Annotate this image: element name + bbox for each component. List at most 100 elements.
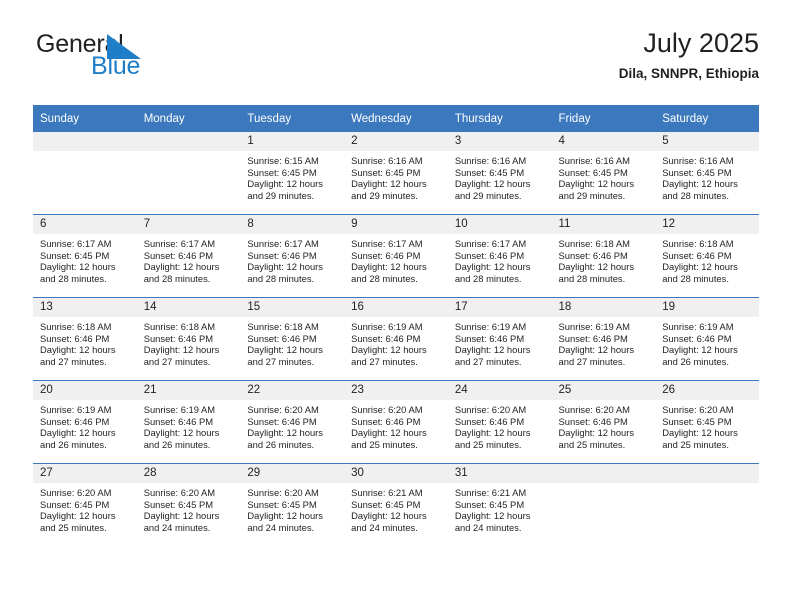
daylight-text-line1: Daylight: 12 hours xyxy=(454,344,531,356)
day-detail: Sunrise: 6:20 AM Sunset: 6:46 PM Daylight:… xyxy=(552,400,656,450)
sunrise-text: Sunrise: 6:16 AM xyxy=(351,155,423,166)
sunrise-text: Sunrise: 6:18 AM xyxy=(40,321,112,332)
daylight-text-line1: Daylight: 12 hours xyxy=(454,510,531,522)
calendar-day-cell-empty xyxy=(33,132,137,215)
calendar-day-cell[interactable]: 20 Sunrise: 6:19 AM Sunset: 6:46 PM Dayligh… xyxy=(33,380,137,464)
calendar-day-cell[interactable]: 27 Sunrise: 6:20 AM Sunset: 6:45 PM Dayligh… xyxy=(33,463,137,546)
daylight-text-line2: and 25 minutes. xyxy=(662,438,729,450)
page-title: July 2025 xyxy=(643,28,759,58)
day-detail: Sunrise: 6:19 AM Sunset: 6:46 PM Daylight:… xyxy=(344,317,448,367)
sunset-text: Sunset: 6:46 PM xyxy=(558,332,628,344)
calendar-day-cell[interactable]: 31 Sunrise: 6:21 AM Sunset: 6:45 PM Dayligh… xyxy=(447,463,552,546)
daylight-text-line1: Daylight: 12 hours xyxy=(351,510,427,522)
day-number: 28 xyxy=(136,464,241,483)
sunrise-text: Sunrise: 6:20 AM xyxy=(40,487,112,498)
page-header: General Blue July 2025 Dila, SNNPR, Ethi… xyxy=(33,28,759,92)
sunset-text: Sunset: 6:46 PM xyxy=(351,249,421,261)
sunrise-text: Sunrise: 6:20 AM xyxy=(351,404,423,415)
calendar-day-cell[interactable]: 23 Sunrise: 6:20 AM Sunset: 6:46 PM Dayligh… xyxy=(344,380,448,464)
calendar-day-cell[interactable]: 14 Sunrise: 6:18 AM Sunset: 6:46 PM Dayligh… xyxy=(136,297,241,381)
sunrise-text: Sunrise: 6:16 AM xyxy=(662,155,734,166)
calendar-day-cell[interactable]: 30 Sunrise: 6:21 AM Sunset: 6:45 PM Dayligh… xyxy=(344,463,448,546)
calendar-grid: Sunday Monday Tuesday Wednesday Thursday… xyxy=(33,105,759,546)
calendar-day-cell[interactable]: 11 Sunrise: 6:18 AM Sunset: 6:46 PM Dayligh… xyxy=(551,214,656,298)
daylight-text-line1: Daylight: 12 hours xyxy=(558,427,635,439)
daylight-text-line1: Daylight: 12 hours xyxy=(662,427,738,439)
daylight-text-line2: and 26 minutes. xyxy=(143,438,211,450)
sunrise-text: Sunrise: 6:19 AM xyxy=(143,404,216,415)
brand-logo[interactable]: General Blue xyxy=(33,30,263,88)
calendar-day-cell[interactable]: 18 Sunrise: 6:19 AM Sunset: 6:46 PM Dayligh… xyxy=(551,297,656,381)
calendar-day-cell[interactable]: 10 Sunrise: 6:17 AM Sunset: 6:46 PM Dayligh… xyxy=(447,214,552,298)
calendar-week-row: 6 Sunrise: 6:17 AM Sunset: 6:45 PM Daylight… xyxy=(33,214,759,298)
calendar-body: 1 Sunrise: 6:15 AM Sunset: 6:45 PM Daylight… xyxy=(33,132,759,546)
calendar-day-cell[interactable]: 9 Sunrise: 6:17 AM Sunset: 6:46 PM Daylight… xyxy=(344,214,448,298)
calendar-day-cell[interactable]: 13 Sunrise: 6:18 AM Sunset: 6:46 PM Dayligh… xyxy=(33,297,137,381)
calendar-day-cell[interactable]: 19 Sunrise: 6:19 AM Sunset: 6:46 PM Dayligh… xyxy=(655,297,759,381)
day-detail: Sunrise: 6:18 AM Sunset: 6:46 PM Daylight:… xyxy=(137,317,241,367)
sunrise-text: Sunrise: 6:20 AM xyxy=(247,404,319,415)
weekday-header-friday: Friday xyxy=(551,105,656,132)
calendar-day-cell[interactable]: 29 Sunrise: 6:20 AM Sunset: 6:45 PM Dayligh… xyxy=(240,463,345,546)
daylight-text-line2: and 24 minutes. xyxy=(247,521,315,533)
daylight-text-line2: and 27 minutes. xyxy=(351,355,418,367)
sunrise-text: Sunrise: 6:19 AM xyxy=(351,321,423,332)
sunset-text: Sunset: 6:45 PM xyxy=(558,166,628,178)
day-detail: Sunrise: 6:19 AM Sunset: 6:46 PM Daylight:… xyxy=(552,317,656,367)
daylight-text-line2: and 28 minutes. xyxy=(40,272,107,284)
calendar-day-cell[interactable]: 22 Sunrise: 6:20 AM Sunset: 6:46 PM Dayligh… xyxy=(240,380,345,464)
day-number: 17 xyxy=(447,298,552,317)
day-detail: Sunrise: 6:20 AM Sunset: 6:45 PM Daylight:… xyxy=(33,483,137,533)
calendar-day-cell[interactable]: 8 Sunrise: 6:17 AM Sunset: 6:46 PM Daylight… xyxy=(240,214,345,298)
sunrise-text: Sunrise: 6:15 AM xyxy=(247,155,319,166)
calendar-day-cell[interactable]: 1 Sunrise: 6:15 AM Sunset: 6:45 PM Daylight… xyxy=(240,132,345,215)
calendar-header-row: Sunday Monday Tuesday Wednesday Thursday… xyxy=(33,105,759,132)
calendar-day-cell[interactable]: 25 Sunrise: 6:20 AM Sunset: 6:46 PM Dayligh… xyxy=(551,380,656,464)
calendar-day-cell[interactable]: 7 Sunrise: 6:17 AM Sunset: 6:46 PM Daylight… xyxy=(136,214,241,298)
day-detail: Sunrise: 6:16 AM Sunset: 6:45 PM Daylight:… xyxy=(344,151,448,201)
calendar-day-cell[interactable]: 28 Sunrise: 6:20 AM Sunset: 6:45 PM Dayligh… xyxy=(136,463,241,546)
calendar-day-cell[interactable]: 5 Sunrise: 6:16 AM Sunset: 6:45 PM Daylight… xyxy=(655,132,759,215)
calendar-day-cell-empty xyxy=(551,463,656,546)
sunset-text: Sunset: 6:46 PM xyxy=(143,415,214,427)
sunset-text: Sunset: 6:46 PM xyxy=(247,332,317,344)
sunset-text: Sunset: 6:46 PM xyxy=(40,415,110,427)
day-detail: Sunrise: 6:16 AM Sunset: 6:45 PM Daylight:… xyxy=(448,151,552,201)
day-number xyxy=(551,464,656,483)
sunset-text: Sunset: 6:46 PM xyxy=(351,332,421,344)
calendar-day-cell[interactable]: 17 Sunrise: 6:19 AM Sunset: 6:46 PM Dayligh… xyxy=(447,297,552,381)
sunset-text: Sunset: 6:46 PM xyxy=(662,332,732,344)
calendar-day-cell[interactable]: 6 Sunrise: 6:17 AM Sunset: 6:45 PM Daylight… xyxy=(33,214,137,298)
calendar-day-cell[interactable]: 24 Sunrise: 6:20 AM Sunset: 6:46 PM Dayligh… xyxy=(447,380,552,464)
calendar-day-cell[interactable]: 4 Sunrise: 6:16 AM Sunset: 6:45 PM Daylight… xyxy=(551,132,656,215)
sunrise-text: Sunrise: 6:21 AM xyxy=(454,487,527,498)
sunset-text: Sunset: 6:46 PM xyxy=(143,332,214,344)
daylight-text-line2: and 27 minutes. xyxy=(40,355,107,367)
calendar-day-cell[interactable]: 12 Sunrise: 6:18 AM Sunset: 6:46 PM Dayligh… xyxy=(655,214,759,298)
calendar-page: General Blue July 2025 Dila, SNNPR, Ethi… xyxy=(0,0,792,612)
calendar-day-cell[interactable]: 3 Sunrise: 6:16 AM Sunset: 6:45 PM Daylight… xyxy=(447,132,552,215)
sunset-text: Sunset: 6:45 PM xyxy=(454,166,525,178)
sunset-text: Sunset: 6:45 PM xyxy=(40,249,110,261)
daylight-text-line2: and 27 minutes. xyxy=(143,355,211,367)
sunset-text: Sunset: 6:46 PM xyxy=(247,415,317,427)
calendar-week-row: 13 Sunrise: 6:18 AM Sunset: 6:46 PM Dayligh… xyxy=(33,297,759,381)
calendar-day-cell[interactable]: 15 Sunrise: 6:18 AM Sunset: 6:46 PM Dayligh… xyxy=(240,297,345,381)
calendar-day-cell[interactable]: 2 Sunrise: 6:16 AM Sunset: 6:45 PM Daylight… xyxy=(344,132,448,215)
calendar-week-row: 27 Sunrise: 6:20 AM Sunset: 6:45 PM Dayligh… xyxy=(33,463,759,546)
daylight-text-line2: and 24 minutes. xyxy=(143,521,211,533)
sunset-text: Sunset: 6:46 PM xyxy=(558,415,628,427)
daylight-text-line1: Daylight: 12 hours xyxy=(454,178,531,190)
daylight-text-line2: and 28 minutes. xyxy=(247,272,315,284)
daylight-text-line1: Daylight: 12 hours xyxy=(40,510,116,522)
daylight-text-line2: and 28 minutes. xyxy=(558,272,626,284)
day-detail: Sunrise: 6:20 AM Sunset: 6:46 PM Daylight:… xyxy=(344,400,448,450)
daylight-text-line1: Daylight: 12 hours xyxy=(351,344,427,356)
daylight-text-line2: and 27 minutes. xyxy=(558,355,626,367)
calendar-day-cell-empty xyxy=(136,132,241,215)
calendar-day-cell[interactable]: 26 Sunrise: 6:20 AM Sunset: 6:45 PM Dayligh… xyxy=(655,380,759,464)
calendar-day-cell[interactable]: 21 Sunrise: 6:19 AM Sunset: 6:46 PM Dayligh… xyxy=(136,380,241,464)
sunset-text: Sunset: 6:45 PM xyxy=(662,166,732,178)
calendar-day-cell[interactable]: 16 Sunrise: 6:19 AM Sunset: 6:46 PM Dayligh… xyxy=(344,297,448,381)
daylight-text-line2: and 27 minutes. xyxy=(454,355,522,367)
